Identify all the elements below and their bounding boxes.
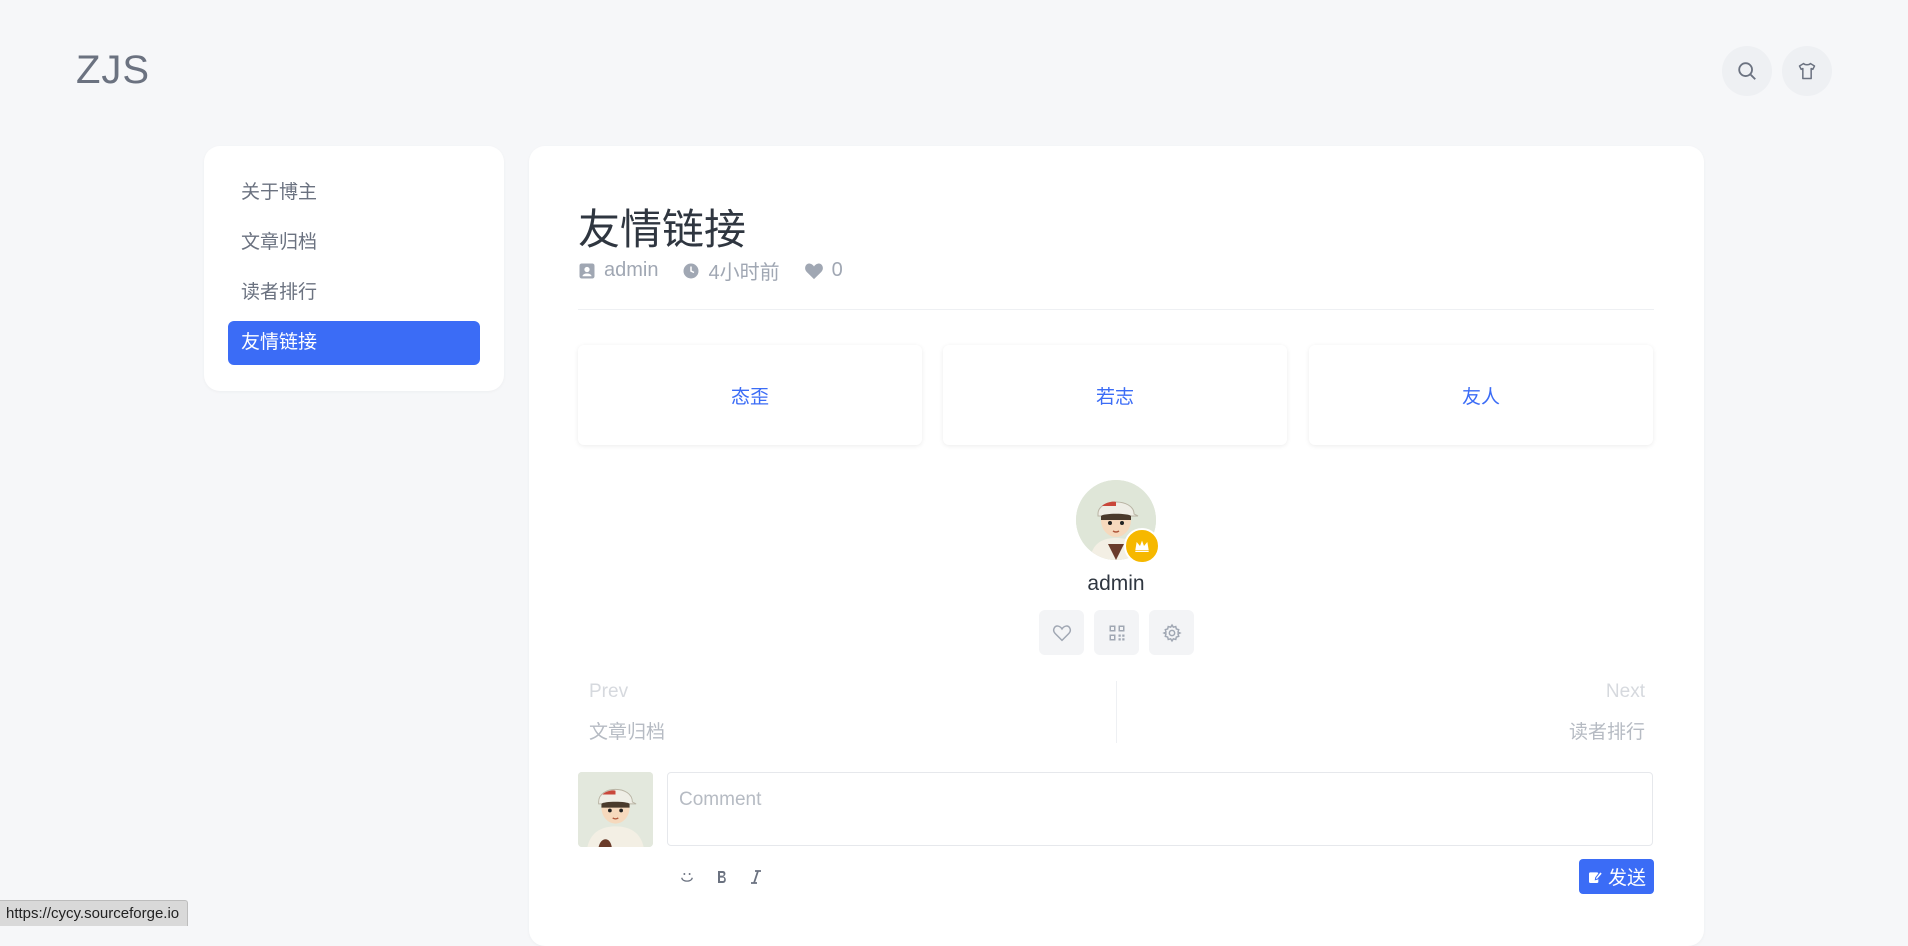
like-button[interactable] [1039, 610, 1084, 655]
comment-input[interactable] [667, 772, 1653, 846]
next-title: 读者排行 [1568, 722, 1645, 743]
prev-post-link[interactable]: Prev 文章归档 [589, 681, 1089, 744]
italic-button[interactable] [745, 866, 767, 888]
author-avatar[interactable] [1076, 480, 1160, 564]
crown-icon [1135, 540, 1149, 552]
search-icon [1738, 62, 1756, 80]
sidebar-item-readers[interactable]: 读者排行 [228, 271, 480, 315]
status-url: https://cycy.sourceforge.io [0, 900, 189, 926]
comment-avatar [578, 772, 653, 847]
smile-icon [681, 873, 693, 882]
next-post-link[interactable]: Next 读者排行 [1145, 681, 1645, 744]
meta-time: 4小时前 [682, 256, 780, 285]
sidebar-item-links[interactable]: 友情链接 [228, 321, 480, 365]
bold-button[interactable] [711, 866, 733, 888]
author-badge [1124, 528, 1160, 564]
bold-icon [718, 871, 726, 883]
friend-link-card[interactable]: 友人 [1309, 345, 1653, 445]
user-icon [579, 263, 595, 278]
send-label: 发送 [1607, 868, 1646, 889]
nav-divider [1116, 681, 1117, 743]
title-divider [578, 309, 1654, 310]
send-button[interactable]: 发送 [1579, 859, 1654, 894]
tshirt-icon [1798, 62, 1816, 80]
avatar-illustration [578, 772, 653, 847]
theme-button[interactable] [1782, 46, 1832, 96]
friend-link-card[interactable]: 态歪 [578, 345, 922, 445]
meta-likes[interactable]: 0 [804, 259, 843, 282]
emoji-button[interactable] [676, 866, 698, 888]
italic-icon [751, 870, 761, 884]
clock-icon [683, 263, 699, 278]
main-content: 友情链接 admin 4小时前 0 态歪 若志 友人 admin Prev 文章… [529, 146, 1704, 946]
settings-button[interactable] [1149, 610, 1194, 655]
page-title: 友情链接 [578, 206, 747, 253]
heart-icon [804, 263, 823, 279]
gear-icon [1161, 623, 1182, 642]
prev-label: Prev [589, 681, 629, 702]
friend-link-card[interactable]: 若志 [943, 345, 1287, 445]
author-name[interactable]: admin [1016, 572, 1216, 596]
qrcode-button[interactable] [1094, 610, 1139, 655]
meta-likes-count: 0 [831, 259, 843, 281]
post-meta: admin 4小时前 0 [578, 256, 867, 285]
heart-icon [1052, 624, 1071, 641]
site-logo[interactable]: ZJS [76, 48, 150, 93]
sidebar-item-archive[interactable]: 文章归档 [228, 221, 480, 265]
meta-author-name: admin [604, 259, 659, 281]
sidebar: 关于博主 文章归档 读者排行 友情链接 [204, 146, 504, 391]
next-label: Next [1605, 681, 1645, 702]
edit-icon [1588, 870, 1603, 883]
search-button[interactable] [1722, 46, 1772, 96]
qrcode-icon [1109, 625, 1124, 640]
prev-title: 文章归档 [589, 722, 666, 743]
meta-time-text: 4小时前 [708, 262, 780, 284]
meta-author[interactable]: admin [578, 259, 658, 282]
sidebar-item-about[interactable]: 关于博主 [228, 171, 480, 215]
